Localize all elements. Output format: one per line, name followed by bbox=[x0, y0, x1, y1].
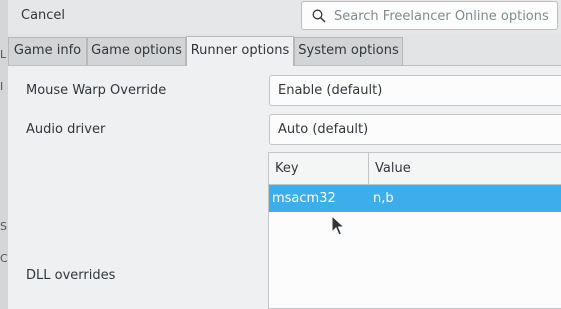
column-header-value[interactable]: Value bbox=[369, 153, 561, 184]
tab-game-options[interactable]: Game options bbox=[87, 37, 186, 65]
dialog-header: Cancel bbox=[8, 0, 561, 34]
column-header-key[interactable]: Key bbox=[269, 153, 369, 184]
background-glyph: C bbox=[0, 252, 8, 265]
mouse-cursor-icon bbox=[331, 215, 345, 236]
row-value: n,b bbox=[373, 191, 394, 206]
search-input[interactable] bbox=[332, 5, 556, 28]
search-box[interactable] bbox=[301, 1, 558, 30]
dll-overrides-table[interactable]: Key Value msacm32 n,b bbox=[268, 152, 561, 309]
table-row[interactable]: msacm32 n,b bbox=[269, 185, 561, 212]
mouse-warp-label: Mouse Warp Override bbox=[26, 83, 167, 98]
table-header: Key Value bbox=[269, 153, 561, 185]
cancel-button[interactable]: Cancel bbox=[12, 3, 74, 29]
dll-overrides-label: DLL overrides bbox=[26, 268, 116, 283]
audio-driver-label: Audio driver bbox=[26, 122, 106, 137]
background-glyph: I bbox=[0, 80, 4, 93]
row-key: msacm32 bbox=[272, 191, 336, 206]
search-icon bbox=[312, 9, 326, 23]
configure-dialog: Cancel Game info Game options Runner opt… bbox=[8, 0, 561, 309]
tab-game-info[interactable]: Game info bbox=[8, 37, 87, 65]
tab-runner-options[interactable]: Runner options bbox=[186, 36, 294, 66]
audio-driver-select[interactable]: Auto (default) bbox=[269, 114, 561, 145]
tab-system-options[interactable]: System options bbox=[294, 37, 403, 65]
background-glyph: L bbox=[0, 48, 7, 61]
tab-bar: Game info Game options Runner options Sy… bbox=[8, 34, 561, 66]
background-glyph: S bbox=[0, 220, 7, 233]
mouse-warp-select[interactable]: Enable (default) bbox=[269, 75, 561, 106]
